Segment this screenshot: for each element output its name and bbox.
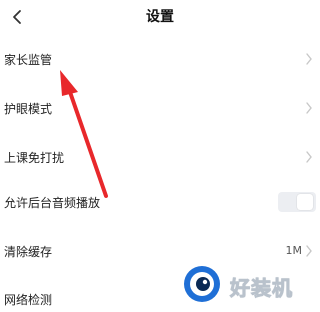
chevron-right-icon — [306, 151, 312, 163]
settings-item-label: 网络检测 — [4, 293, 53, 307]
chevron-right-icon — [306, 102, 312, 114]
settings-item-background-audio: 允许后台音频播放 — [0, 187, 320, 217]
watermark-logo-icon — [184, 266, 220, 302]
chevron-right-icon — [306, 245, 312, 257]
cache-size-value: 1M — [285, 244, 303, 257]
toggle-knob — [297, 194, 313, 210]
settings-item-label: 家长监管 — [4, 53, 53, 67]
settings-item-label: 护眼模式 — [4, 102, 53, 116]
settings-item-class-do-not-disturb[interactable]: 上课免打扰 — [0, 142, 320, 172]
settings-item-label: 允许后台音频播放 — [4, 196, 101, 210]
settings-item-parental-control[interactable]: 家长监管 — [0, 44, 320, 74]
page-title: 设置 — [146, 9, 174, 25]
watermark: 好装机 — [180, 262, 320, 308]
chevron-right-icon — [306, 53, 312, 65]
top-bar: 设置 — [0, 0, 320, 34]
settings-item-eye-protection[interactable]: 护眼模式 — [0, 93, 320, 123]
settings-item-label: 清除缓存 — [4, 245, 53, 259]
settings-item-label: 上课免打扰 — [4, 151, 65, 165]
watermark-text: 好装机 — [230, 276, 293, 301]
background-audio-toggle[interactable] — [278, 192, 316, 212]
